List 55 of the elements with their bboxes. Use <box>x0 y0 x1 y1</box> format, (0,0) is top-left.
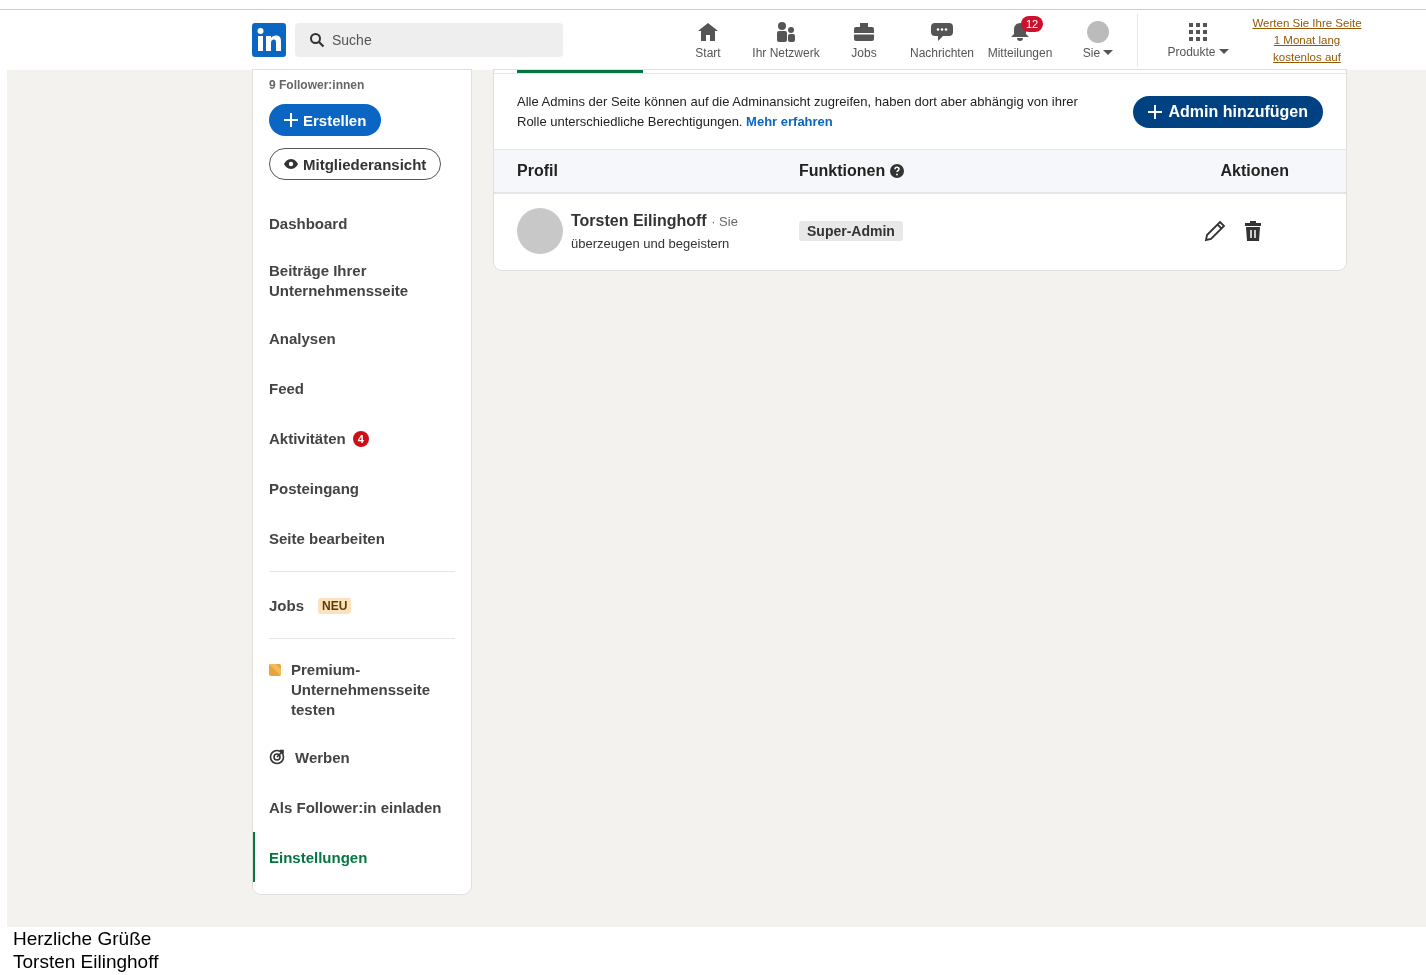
help-icon <box>890 164 905 178</box>
member-view-button[interactable]: Mitgliederansicht <box>269 148 442 180</box>
sidebar-item[interactable]: Als Follower:in einladen <box>253 782 471 832</box>
count-badge: 4 <box>352 430 369 447</box>
sidebar-item[interactable]: Posteingang <box>253 463 471 513</box>
sidebar-item[interactable]: Beiträge Ihrer Unternehmensseite <box>253 248 471 313</box>
home-icon <box>697 21 719 42</box>
sidebar-item[interactable]: Werben <box>253 732 471 782</box>
plus-icon <box>284 113 298 127</box>
sidebar-item[interactable]: Premium-Unternehmensseite testen <box>253 647 471 732</box>
plus-icon <box>1148 105 1163 119</box>
create-button[interactable]: Erstellen <box>269 104 382 136</box>
premium-icon <box>269 664 281 676</box>
chat-icon <box>931 21 953 42</box>
signature-line: Torsten Eilinghoff <box>13 950 160 973</box>
column-header: Profil <box>517 162 559 180</box>
nav-item[interactable]: Ihr Netzwerk <box>747 20 825 60</box>
you-label: · Sie <box>711 213 738 229</box>
follower-count: 9 Follower:innen <box>269 78 365 92</box>
search-icon <box>309 32 325 48</box>
admin-name[interactable]: Torsten Eilinghoff <box>571 211 707 229</box>
avatar-icon <box>1087 20 1109 43</box>
delete-icon[interactable] <box>1244 220 1262 242</box>
linkedin-logo[interactable] <box>252 23 286 57</box>
column-header: Aktionen <box>1219 162 1289 180</box>
sidebar-item[interactable]: Einstellungen <box>253 832 471 882</box>
role-tag: Super-Admin <box>799 221 903 241</box>
nav-item[interactable]: Start <box>669 20 747 60</box>
notification-badge: 12 <box>1021 15 1044 32</box>
nav-item[interactable]: Sie <box>1059 20 1137 60</box>
add-admin-button[interactable]: Admin hinzufügen <box>1133 96 1323 128</box>
search-field[interactable]: Suche <box>295 23 563 57</box>
edit-icon[interactable] <box>1204 220 1226 242</box>
new-tag: NEU <box>318 597 352 614</box>
target-icon <box>269 749 285 765</box>
sidebar-item[interactable]: Dashboard <box>253 198 471 248</box>
sidebar-item[interactable]: Feed <box>253 363 471 413</box>
sidebar-item[interactable]: Seite bearbeiten <box>253 513 471 563</box>
column-header: Funktionen <box>799 162 1199 180</box>
signature-line: Herzliche Grüße <box>13 927 153 950</box>
sidebar-item[interactable]: Jobs NEU <box>253 580 471 630</box>
sidebar-item[interactable]: Analysen <box>253 313 471 363</box>
products-menu[interactable]: Produkte <box>1148 21 1248 59</box>
learn-more-link[interactable]: Mehr erfahren <box>746 114 833 129</box>
avatar-placeholder <box>517 208 563 254</box>
briefcase-icon <box>853 21 875 42</box>
admin-headline: überzeugen und begeistern <box>571 235 731 251</box>
grid-icon <box>1188 21 1208 42</box>
nav-item[interactable]: Nachrichten <box>903 20 981 60</box>
people-icon <box>775 20 797 43</box>
intro-text: Alle Admins der Seite können auf die Adminansicht zugreifen, haben dort aber abhängig von ihrer Rolle unterschiedliche Berechtigungen. Mehr erfahren <box>517 93 1079 131</box>
nav-item[interactable]: Jobs <box>825 20 903 60</box>
eye-icon <box>284 159 298 169</box>
premium-link[interactable]: Werten Sie Ihre Seite 1 Monat lang kostenlos auf <box>1248 14 1366 66</box>
sidebar-item[interactable]: Aktivitäten 4 <box>253 413 471 463</box>
